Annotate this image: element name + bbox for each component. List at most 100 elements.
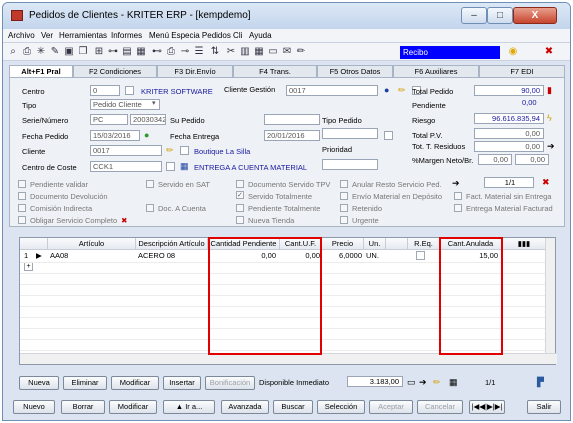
pencil-icon[interactable]: ✏	[166, 145, 174, 155]
layout-icon[interactable]: ▛	[537, 377, 544, 387]
seleccion-button[interactable]: Selección	[317, 400, 365, 414]
lightbulb-icon[interactable]: ◉	[507, 46, 519, 58]
column-header-blank[interactable]	[386, 238, 408, 250]
salir-button[interactable]: Salir	[527, 400, 561, 414]
pencil-icon[interactable]: ✏	[433, 377, 441, 387]
flag-pendiente-validar[interactable]: Pendiente validar	[18, 179, 88, 190]
save-icon[interactable]: ▣	[63, 46, 75, 58]
flag-doc-a-cuenta[interactable]: Doc. A Cuenta	[146, 203, 206, 214]
tool-icon[interactable]: ✖	[543, 46, 555, 58]
chart-icon[interactable]: ▥	[239, 46, 251, 58]
flag-documento-devolucion[interactable]: Documento Devolución	[18, 191, 108, 202]
modificar-button[interactable]: Modificar	[109, 400, 157, 414]
borrar-button[interactable]: Borrar	[61, 400, 105, 414]
menu-informes[interactable]: Informes	[111, 31, 142, 40]
cell-un[interactable]: UN.	[366, 251, 379, 262]
minimize-button[interactable]: –	[461, 7, 487, 24]
flag-nueva-tienda[interactable]: Nueva Tienda	[236, 215, 294, 226]
fecha-entrega-field[interactable]: 20/01/2016	[264, 130, 320, 141]
list-icon[interactable]: ☰	[193, 46, 205, 58]
cell-articulo[interactable]: AA08	[50, 251, 68, 262]
tipo-pedido-check[interactable]	[384, 131, 393, 140]
avanzada-button[interactable]: Avanzada	[221, 400, 269, 414]
calendar-icon[interactable]: ●	[144, 130, 149, 140]
recibo-selector[interactable]: Recibo	[400, 46, 500, 59]
tipo-pedido-field[interactable]	[322, 128, 378, 139]
arrow-right-icon[interactable]: ➔	[547, 141, 555, 151]
cliente-gestion-field[interactable]: 0017	[286, 85, 378, 96]
tab-edi[interactable]: F7 EDI	[479, 65, 565, 77]
menu-ver[interactable]: Ver	[41, 31, 53, 40]
record-navigator[interactable]: |◀◀|▶|▶|	[469, 400, 505, 414]
flag-anular-resto[interactable]: Anular Resto Servicio Ped.	[340, 179, 442, 190]
tree-icon[interactable]: ⊶	[107, 46, 119, 58]
cancelar-button[interactable]: Cancelar	[417, 400, 463, 414]
calendar-icon[interactable]: ▦	[180, 161, 189, 171]
arrow-right-icon[interactable]: ➔	[419, 377, 427, 387]
cliente-check[interactable]	[180, 146, 189, 155]
expand-icon[interactable]: +	[24, 262, 33, 271]
flag-entrega-facturad[interactable]: Entrega Material Facturad	[454, 203, 553, 214]
close-button[interactable]: X	[513, 7, 557, 24]
numero-field[interactable]: 20030342	[130, 114, 166, 125]
prioridad-field[interactable]	[322, 159, 378, 170]
copy-icon[interactable]: ❐	[77, 46, 89, 58]
asterisk-icon[interactable]: ✳	[35, 46, 47, 58]
arrow-right-icon[interactable]: ➔	[452, 178, 460, 188]
flag-obligar-servicio[interactable]: Obligar Servicio Completo ✖	[18, 215, 127, 226]
tab-transporte[interactable]: F4 Trans.	[233, 65, 317, 77]
modificar-line-button[interactable]: Modificar	[111, 376, 159, 390]
menu-archivo[interactable]: Archivo	[8, 31, 35, 40]
aceptar-button[interactable]: Aceptar	[369, 400, 413, 414]
serie-field[interactable]: PC	[90, 114, 128, 125]
chevron-down-icon[interactable]: ▾	[152, 99, 156, 109]
fecha-pedido-field[interactable]: 15/03/2016	[90, 130, 140, 141]
more-icon[interactable]: ▭	[407, 377, 416, 387]
email-icon[interactable]: ✉	[281, 46, 293, 58]
maximize-button[interactable]: □	[487, 7, 513, 24]
flag-documento-servido-tpv[interactable]: Documento Servido TPV	[236, 179, 330, 190]
flag-envio-deposito[interactable]: Envío Material en Depósito	[340, 191, 442, 202]
column-header-req[interactable]: R.Eq.	[408, 238, 440, 250]
tab-otros-datos[interactable]: F5 Otros Datos	[317, 65, 393, 77]
print-icon[interactable]: ⎙	[21, 46, 33, 58]
cliente-field[interactable]: 0017	[90, 145, 162, 156]
tab-condiciones[interactable]: F2 Condiciones	[73, 65, 157, 77]
pencil-icon[interactable]: ✏	[398, 85, 406, 95]
tipo-select[interactable]: Pedido Cliente	[90, 99, 160, 110]
grid-icon[interactable]: ▦	[449, 377, 458, 387]
column-header-descripcion[interactable]: Descripción Artículo	[136, 238, 208, 250]
menu-herramientas[interactable]: Herramientas	[59, 31, 107, 40]
flag-comision-indirecta[interactable]: Comisión Indirecta	[18, 203, 92, 214]
filter-icon[interactable]: ⊞	[93, 46, 105, 58]
eliminar-line-button[interactable]: Eliminar	[63, 376, 107, 390]
tab-auxiliares[interactable]: F6 Auxiliares	[393, 65, 479, 77]
flag-servido-totalmente[interactable]: Servido Totalmente	[236, 191, 312, 202]
table-icon[interactable]: ▦	[135, 46, 147, 58]
insertar-line-button[interactable]: Insertar	[163, 376, 201, 390]
info-icon[interactable]: ●	[384, 85, 389, 95]
menu-especial[interactable]: Menú Especia Pedidos Cli	[149, 31, 242, 40]
cell-descripcion[interactable]: ACERO 08	[138, 251, 175, 262]
menu-ayuda[interactable]: Ayuda	[249, 31, 272, 40]
nueva-line-button[interactable]: Nueva	[19, 376, 59, 390]
flag-fact-material[interactable]: Fact. Material sin Entrega	[454, 191, 551, 202]
printer-icon[interactable]: ⎙	[165, 46, 177, 58]
centro-field[interactable]: 0	[90, 85, 120, 96]
scissors-icon[interactable]: ✂	[225, 46, 237, 58]
tab-direccion-envio[interactable]: F3 Dir.Envío	[157, 65, 233, 77]
bonificacion-button[interactable]: Bonificación	[205, 376, 255, 390]
branch-icon[interactable]: ⊸	[179, 46, 191, 58]
tab-principal[interactable]: Alt+F1 Pral	[9, 65, 73, 77]
su-pedido-field[interactable]	[264, 114, 320, 125]
folder-icon[interactable]: ▭	[267, 46, 279, 58]
centro-lookup[interactable]	[125, 86, 134, 95]
document-icon[interactable]: ▤	[121, 46, 133, 58]
flag-servido-sat[interactable]: Servido en SAT	[146, 179, 210, 190]
centro-coste-field[interactable]: CCK1	[90, 161, 162, 172]
flag-retenido[interactable]: Retenido	[340, 203, 382, 214]
connect-icon[interactable]: ⊷	[151, 46, 163, 58]
calendar-icon[interactable]: ▦	[253, 46, 265, 58]
cell-precio[interactable]: 6,0000	[322, 251, 362, 262]
centro-coste-check[interactable]	[166, 162, 175, 171]
